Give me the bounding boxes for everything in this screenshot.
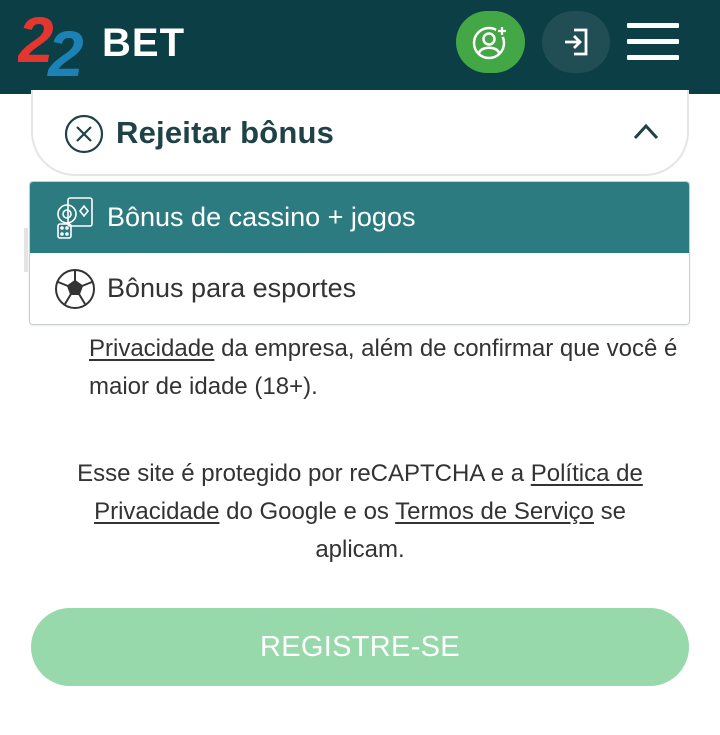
age-confirmation-text: Privacidade da empresa, além de confirma… [89,330,689,406]
svg-text:BET: BET [102,21,185,65]
login-icon [565,28,588,56]
terms-of-service-link[interactable]: Termos de Serviço [395,498,594,525]
recaptcha-text-1: Esse site é protegido por reCAPTCHA e a [77,460,531,487]
recaptcha-notice: Esse site é protegido por reCAPTCHA e a … [70,455,650,569]
background-edge [24,228,28,272]
bonus-dropdown: Bônus de cassino + jogos Bônus para espo… [29,181,690,325]
recaptcha-text-2: do Google e os [219,498,396,525]
top-header: 2 2 BET [0,0,720,94]
hamburger-menu-icon[interactable] [625,20,681,62]
option-casino-label: Bônus de cassino + jogos [107,202,416,232]
register-user-button[interactable] [456,11,525,73]
x-circle-icon [64,114,104,154]
privacy-link[interactable]: Privacidade [89,335,214,362]
casino-chips-icon [57,197,93,239]
add-user-icon [472,25,508,60]
option-sports-label: Bônus para esportes [107,273,357,303]
soccer-ball-icon [55,269,95,309]
register-button[interactable]: REGISTRE-SE [31,608,689,686]
chevron-up-icon[interactable] [633,122,659,140]
option-casino-bonus[interactable]: Bônus de cassino + jogos [30,182,689,253]
svg-text:2: 2 [47,18,84,78]
login-button[interactable] [542,11,610,73]
option-sports-bonus[interactable]: Bônus para esportes [30,253,689,324]
brand-logo[interactable]: 2 2 BET [18,6,208,78]
bonus-select[interactable]: Rejeitar bônus [31,90,689,176]
bonus-select-label: Rejeitar bônus [116,115,335,150]
